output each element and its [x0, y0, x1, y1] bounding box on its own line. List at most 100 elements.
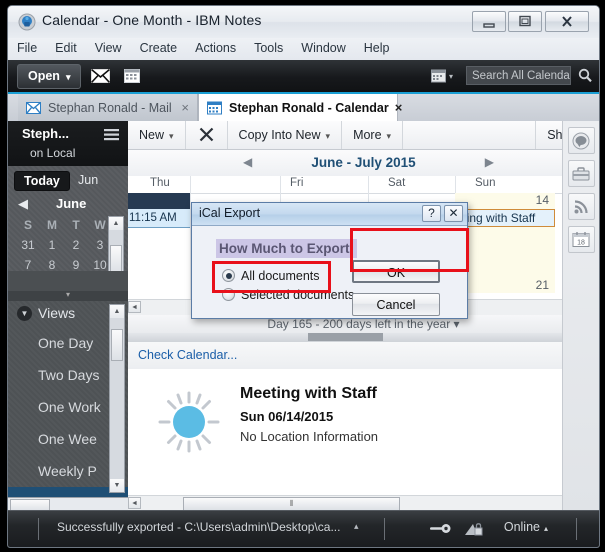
menu-create[interactable]: Create [131, 38, 187, 58]
open-button[interactable]: Open ▾ [17, 64, 82, 89]
mini-calendar-prev-icon[interactable]: ◀ [18, 196, 28, 212]
close-icon[interactable]: × [389, 100, 403, 115]
scrollbar-thumb[interactable] [111, 329, 123, 361]
scroll-left-icon[interactable]: ◄ [128, 301, 141, 313]
delete-button[interactable] [186, 121, 228, 149]
calendar-day-cell-sun-14[interactable]: 14 Meeting with Staff 21 [455, 193, 555, 293]
menu-bar: File Edit View Create Actions Tools Wind… [8, 38, 599, 61]
right-icon-rail: 18 [562, 121, 599, 511]
calendar-icon[interactable] [120, 65, 144, 86]
scroll-up-icon[interactable]: ▲ [110, 305, 124, 318]
left-sidebar: Steph... on Local Today Jun ◀ June SMTW … [8, 121, 128, 511]
radio-selected-documents[interactable]: Selected documents [222, 288, 354, 302]
online-status[interactable]: Online ▴ [504, 520, 548, 534]
views-hscrollbar[interactable] [8, 497, 128, 511]
mini-calendar: Today Jun ◀ June SMTW 31123 78910 ▲ ▼ ◄ … [8, 166, 128, 271]
menu-file[interactable]: File [8, 38, 46, 58]
copy-into-new-label: Copy Into New [238, 128, 321, 142]
today-button[interactable]: Today [14, 171, 70, 191]
search-input[interactable]: Search All Calendar [466, 66, 571, 85]
new-button[interactable]: New ▾ [128, 121, 186, 149]
minimize-button[interactable] [472, 11, 506, 32]
sametime-contacts-icon[interactable] [567, 127, 595, 154]
account-location: on Local [30, 146, 76, 160]
close-button[interactable] [545, 11, 589, 32]
radio-all-documents[interactable]: All documents [222, 269, 320, 283]
menu-tools[interactable]: Tools [245, 38, 292, 58]
menu-help[interactable]: Help [355, 38, 399, 58]
day-cell[interactable]: 9 [64, 258, 88, 271]
new-button-label: New [139, 128, 165, 142]
scrollbar-thumb[interactable]: ⦀ [183, 497, 400, 511]
splitter-grip[interactable] [308, 333, 383, 341]
search-scope-selector[interactable]: ▾ [431, 67, 459, 85]
tab-mail[interactable]: Stephan Ronald - Mail × [18, 94, 198, 121]
day-cell[interactable]: 2 [64, 238, 88, 252]
secure-lock-icon[interactable] [464, 521, 484, 542]
key-icon[interactable] [429, 522, 451, 540]
screenshot-root: Calendar - One Month - IBM Notes File Ed… [0, 0, 605, 552]
copy-into-new-button[interactable]: Copy Into New ▾ [228, 121, 343, 149]
calendar-entry-time[interactable]: 11:15 AM [128, 209, 190, 228]
day-cell[interactable]: 31 [16, 238, 40, 252]
mini-calendar-month-short: Jun [78, 173, 99, 187]
scroll-left-icon[interactable]: ◄ [128, 497, 141, 509]
scroll-down-icon[interactable]: ▼ [110, 479, 124, 492]
calendar-entry-meeting[interactable]: Meeting with Staff [455, 209, 555, 227]
tab-mail-label: Stephan Ronald - Mail [48, 100, 172, 115]
radio-selected-icon[interactable] [222, 269, 235, 282]
close-icon[interactable]: × [175, 100, 189, 115]
day-number: 21 [535, 278, 549, 292]
scroll-up-icon[interactable]: ▲ [109, 217, 123, 230]
day-header-fri: Fri [290, 177, 304, 189]
ical-export-dialog: iCal Export ? ✕ How Much to Export All d… [191, 202, 468, 319]
scrollbar-thumb[interactable] [110, 245, 122, 271]
help-button[interactable]: ? [422, 205, 441, 222]
calendar-icon [207, 101, 222, 115]
account-name: Steph... [22, 126, 69, 141]
open-button-label: Open [28, 69, 60, 83]
day-cell[interactable]: 7 [16, 258, 40, 271]
toolbox-icon[interactable] [567, 160, 595, 187]
main-toolbar: Open ▾ ▾ Search All Calendar [8, 60, 599, 94]
window-title: Calendar - One Month - IBM Notes [42, 12, 262, 28]
radio-unselected-icon[interactable] [222, 288, 235, 301]
maximize-button[interactable] [508, 11, 542, 32]
menu-view[interactable]: View [86, 38, 131, 58]
date-prev-icon[interactable]: ◀ [243, 155, 252, 169]
chevron-down-icon: ▾ [65, 72, 71, 82]
magnifier-icon[interactable] [578, 68, 592, 88]
sidebar-account-header[interactable]: Steph... on Local [8, 121, 128, 166]
action-bar: New▾ Copy Into New▾ More▾ Show▾ [128, 121, 599, 150]
status-message[interactable]: Successfully exported - C:\Users\admin\D… [57, 520, 340, 534]
menu-icon[interactable] [104, 128, 119, 146]
dialog-title-bar: iCal Export ? ✕ [192, 203, 467, 226]
day-at-a-glance-icon[interactable]: 18 [567, 226, 595, 253]
menu-edit[interactable]: Edit [46, 38, 86, 58]
tab-calendar[interactable]: Stephan Ronald - Calendar × [198, 94, 402, 121]
chevron-down-icon: ▾ [325, 131, 331, 141]
day-cell[interactable]: 8 [40, 258, 64, 271]
mail-icon[interactable] [88, 65, 112, 86]
dialog-close-button[interactable]: ✕ [444, 205, 463, 222]
menu-window[interactable]: Window [292, 38, 354, 58]
preview-horizontal-scrollbar[interactable]: ◄ ⦀ ► [128, 495, 599, 511]
sidebar-splitter[interactable]: ▾ [8, 291, 128, 301]
mini-calendar-scrollbar[interactable]: ▲ ▼ [108, 216, 124, 271]
day-cell[interactable]: 1 [40, 238, 64, 252]
rss-feeds-icon[interactable] [567, 193, 595, 220]
menu-actions[interactable]: Actions [186, 38, 245, 58]
date-next-icon[interactable]: ▶ [485, 155, 494, 169]
views-scrollbar[interactable]: ▲ ▼ [109, 304, 125, 493]
cancel-button[interactable]: Cancel [352, 293, 440, 316]
mail-icon [26, 101, 41, 114]
day-header-sun: Sun [475, 177, 496, 189]
ok-button[interactable]: OK [352, 260, 440, 283]
selected-row-highlight [128, 193, 190, 209]
status-expand-icon[interactable]: ▴ [354, 521, 359, 532]
chevron-down-icon[interactable]: ▼ [17, 306, 32, 321]
tab-bar: Stephan Ronald - Mail × Stephan Ronald -… [8, 94, 599, 122]
check-calendar-link[interactable]: Check Calendar... [128, 342, 599, 370]
more-button[interactable]: More ▾ [342, 121, 404, 149]
export-scope-label: How Much to Export [216, 239, 357, 258]
